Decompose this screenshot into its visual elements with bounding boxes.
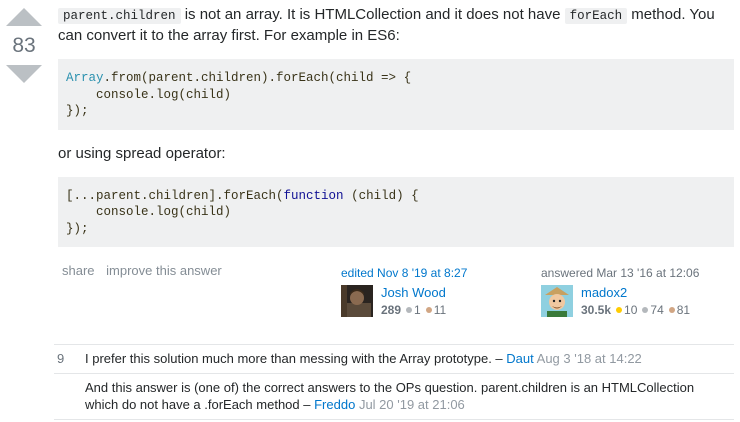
author-reputation: 30.5k 10 74 81 [581,303,690,317]
vote-score: 83 [12,34,36,57]
share-link[interactable]: share [62,263,95,278]
code2-line1-pre: [...parent.children].forEach( [66,188,284,203]
editor-reputation: 289 1 11 [381,303,446,317]
comment-score: 9 [57,351,65,366]
author-gold-count: 10 [624,303,638,317]
answered-signature: answered Mar 13 '16 at 12:06 madox2 30.5… [541,266,699,317]
comment-date[interactable]: Aug 3 '18 at 14:22 [537,351,642,366]
code-block-es6: Array.from(parent.children).forEach(chil… [58,59,734,130]
code1-line2: console.log(child) [66,87,232,102]
author-silver-count: 74 [650,303,664,317]
bronze-badge-icon [425,307,432,314]
comment-body: And this answer is (one of) the correct … [85,379,734,413]
comment-item: And this answer is (one of) the correct … [54,373,734,420]
comment-dash: – [299,397,315,412]
code2-line1-post: (child) { [343,188,419,203]
code2-line3: }); [66,221,89,236]
author-bronze-count: 81 [676,303,691,317]
editor-rep-score: 289 [381,303,402,317]
inline-code-parent-children: parent.children [58,8,181,24]
author-details: madox2 30.5k 10 74 81 [581,285,690,317]
comments-list: 9 I prefer this solution much more than … [54,344,734,420]
bronze-badge-icon [668,307,675,314]
code-block-spread: [...parent.children].forEach(function (c… [58,176,734,247]
edited-timestamp-link[interactable]: edited Nov 8 '19 at 8:27 [341,266,467,280]
code1-line3: }); [66,104,89,118]
comment-score [54,379,85,413]
comment-user-link[interactable]: Daut [506,351,533,366]
comment-text: I prefer this solution much more than me… [85,351,492,366]
editor-username[interactable]: Josh Wood [381,285,446,300]
improve-answer-link[interactable]: improve this answer [106,263,222,278]
vote-column: 83 [0,8,48,83]
answer-body: parent.children is not an array. It is H… [58,0,734,247]
editor-bronze-count: 11 [433,303,447,317]
gold-badge-icon [616,307,623,314]
code1-line1: .from(parent.children).forEach(child => … [103,71,412,85]
answered-timestamp: answered Mar 13 '16 at 12:06 [541,266,700,280]
upvote-arrow-icon[interactable] [6,8,42,26]
comment-user-link[interactable]: Freddo [314,397,355,412]
author-rep-score: 30.5k [581,303,612,317]
downvote-arrow-icon[interactable] [6,65,42,83]
editor-card: Josh Wood 289 1 11 [341,285,467,317]
editor-silver-count: 1 [414,303,421,317]
code2-line2: console.log(child) [66,205,232,219]
author-card: madox2 30.5k 10 74 81 [541,285,699,317]
author-avatar[interactable] [541,285,573,317]
code2-keyword: function [283,188,344,203]
intro-text-1: is not an array. It is HTMLCollection an… [180,6,565,23]
editor-details: Josh Wood 289 1 11 [381,285,446,317]
answer-intro-paragraph: parent.children is not an array. It is H… [58,5,734,46]
comment-date[interactable]: Jul 20 '19 at 21:06 [359,397,465,412]
code1-type: Array [66,71,104,85]
comment-body: I prefer this solution much more than me… [85,350,734,367]
silver-badge-icon [406,307,413,314]
inline-code-foreach: forEach [564,8,628,24]
comment-item: 9 I prefer this solution much more than … [54,344,734,373]
post-menu: share improve this answer [62,263,230,278]
edited-signature: edited Nov 8 '19 at 8:27 Josh Wood 289 1 1… [341,266,467,317]
editor-avatar[interactable] [341,285,373,317]
silver-badge-icon [642,307,649,314]
comment-dash: – [491,351,507,366]
author-username[interactable]: madox2 [581,285,690,300]
spread-operator-paragraph: or using spread operator: [58,144,226,162]
